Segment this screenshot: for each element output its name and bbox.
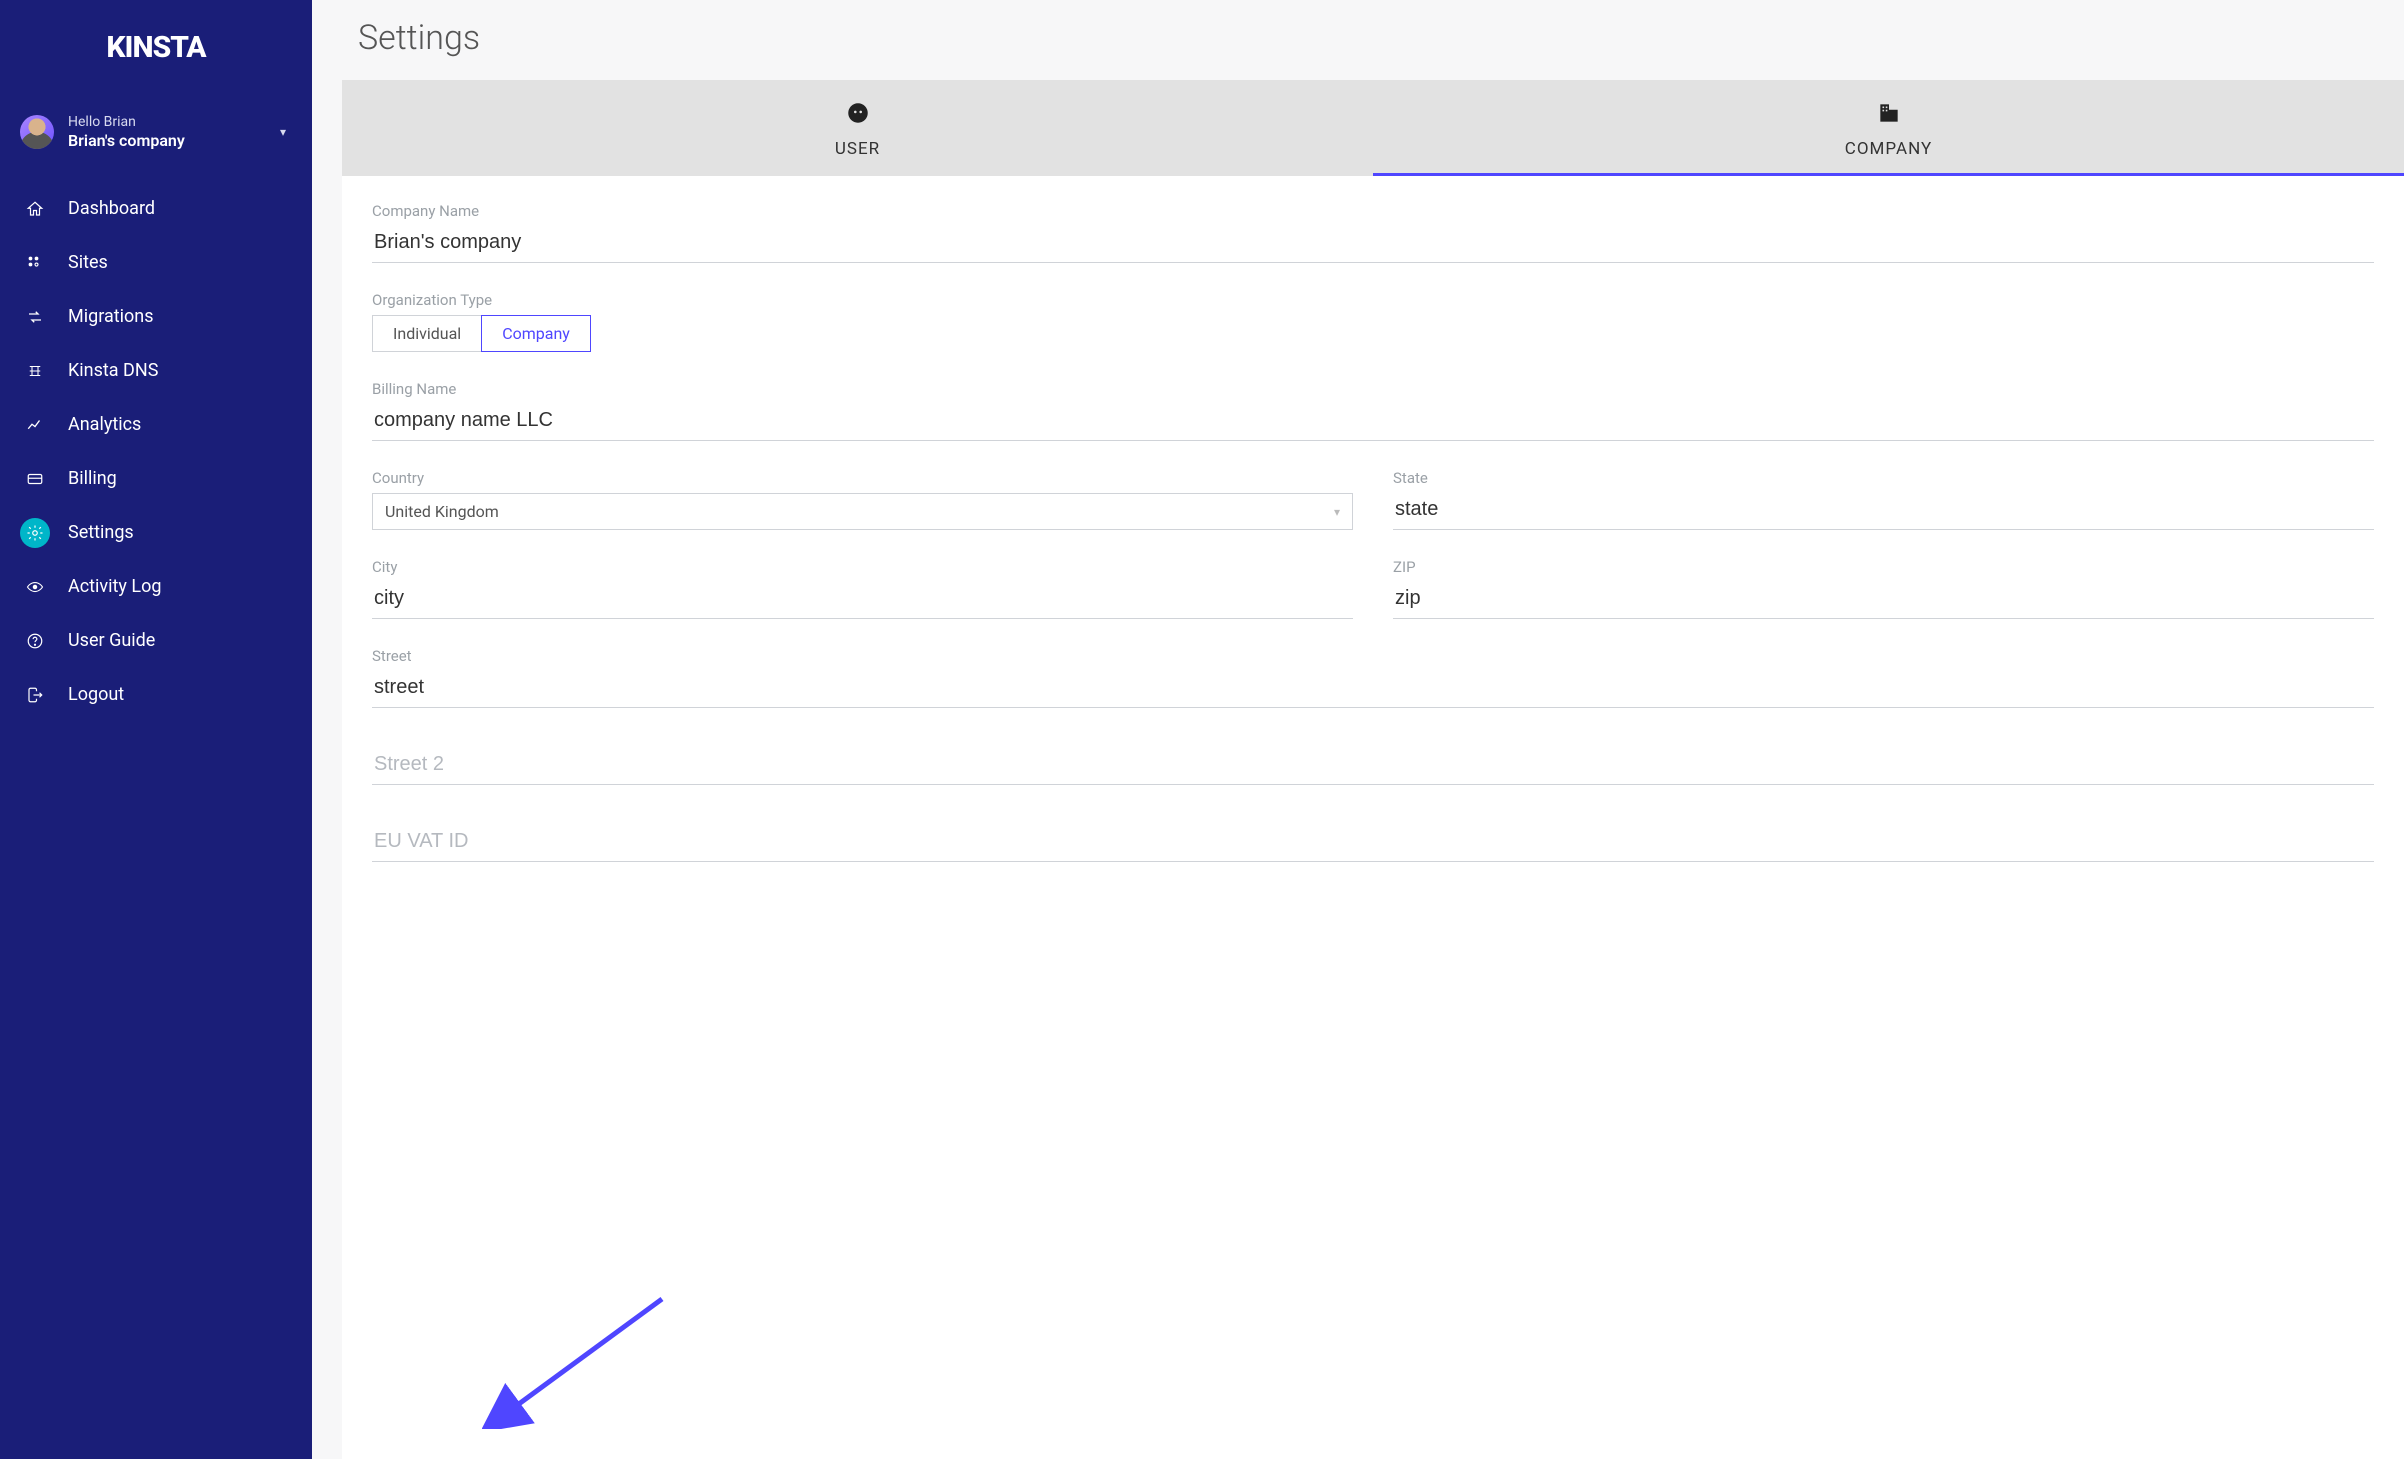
sidebar-item-label: Activity Log xyxy=(68,576,161,597)
current-company: Brian's company xyxy=(68,131,274,152)
company-name-input[interactable] xyxy=(372,226,2374,263)
account-switcher[interactable]: Hello Brian Brian's company ▾ xyxy=(0,113,312,182)
avatar xyxy=(20,115,54,149)
org-type-individual[interactable]: Individual xyxy=(372,315,482,352)
sidebar-item-label: Kinsta DNS xyxy=(68,360,158,381)
brand-logo: KINSTA xyxy=(0,30,312,65)
sidebar-item-label: Billing xyxy=(68,468,117,489)
user-icon xyxy=(342,100,1373,131)
annotation-arrow xyxy=(482,1289,682,1429)
main: Settings USER COMPANY Company Name xyxy=(312,0,2404,1459)
sidebar-item-analytics[interactable]: Analytics xyxy=(0,398,312,452)
tab-company[interactable]: COMPANY xyxy=(1373,80,2404,176)
street2-input[interactable] xyxy=(372,748,2374,785)
sidebar-item-label: Analytics xyxy=(68,414,141,435)
country-select[interactable]: United Kingdom ▾ xyxy=(372,493,1353,530)
vat-input[interactable] xyxy=(372,825,2374,862)
settings-card: USER COMPANY Company Name Organization T… xyxy=(342,80,2404,1459)
sidebar-item-dns[interactable]: Kinsta DNS xyxy=(0,344,312,398)
sidebar-item-billing[interactable]: Billing xyxy=(0,452,312,506)
tab-user[interactable]: USER xyxy=(342,80,1373,176)
company-icon xyxy=(1373,100,2404,131)
company-name-label: Company Name xyxy=(372,202,2374,220)
gear-icon xyxy=(20,518,50,548)
billing-name-label: Billing Name xyxy=(372,380,2374,398)
company-form: Company Name Organization Type Individua… xyxy=(342,176,2404,862)
street-label: Street xyxy=(372,647,2374,665)
zip-label: ZIP xyxy=(1393,558,2374,576)
street-input[interactable] xyxy=(372,671,2374,708)
tabs: USER COMPANY xyxy=(342,80,2404,176)
billing-name-input[interactable] xyxy=(372,404,2374,441)
sidebar-item-settings[interactable]: Settings xyxy=(0,506,312,560)
greeting: Hello Brian xyxy=(68,113,274,131)
state-label: State xyxy=(1393,469,2374,487)
sidebar-item-label: Dashboard xyxy=(68,198,155,219)
migrations-icon xyxy=(20,302,50,332)
sidebar-item-label: User Guide xyxy=(68,630,155,651)
home-icon xyxy=(20,194,50,224)
sidebar-item-label: Sites xyxy=(68,252,108,273)
logout-icon xyxy=(20,680,50,710)
org-type-company[interactable]: Company xyxy=(481,315,591,352)
country-value: United Kingdom xyxy=(385,502,499,521)
sidebar-item-dashboard[interactable]: Dashboard xyxy=(0,182,312,236)
sidebar-item-sites[interactable]: Sites xyxy=(0,236,312,290)
sidebar-item-label: Settings xyxy=(68,522,134,543)
chevron-down-icon: ▾ xyxy=(1334,505,1340,519)
country-label: Country xyxy=(372,469,1353,487)
org-type-label: Organization Type xyxy=(372,291,2374,309)
sidebar-item-activity[interactable]: Activity Log xyxy=(0,560,312,614)
analytics-icon xyxy=(20,410,50,440)
eye-icon xyxy=(20,572,50,602)
tab-label: COMPANY xyxy=(1845,139,1932,159)
zip-input[interactable] xyxy=(1393,582,2374,619)
sidebar-item-label: Migrations xyxy=(68,306,154,327)
page-title: Settings xyxy=(312,0,2404,80)
sidebar: KINSTA Hello Brian Brian's company ▾ Das… xyxy=(0,0,312,1459)
dns-icon xyxy=(20,356,50,386)
tab-label: USER xyxy=(835,139,880,159)
city-input[interactable] xyxy=(372,582,1353,619)
sidebar-item-logout[interactable]: Logout xyxy=(0,668,312,722)
city-label: City xyxy=(372,558,1353,576)
org-type-toggle: Individual Company xyxy=(372,315,2374,352)
sidebar-item-migrations[interactable]: Migrations xyxy=(0,290,312,344)
sidebar-item-guide[interactable]: User Guide xyxy=(0,614,312,668)
nav-list: Dashboard Sites Migrations Kinsta DNS An… xyxy=(0,182,312,722)
sites-icon xyxy=(20,248,50,278)
billing-icon xyxy=(20,464,50,494)
chevron-down-icon[interactable]: ▾ xyxy=(274,119,292,145)
state-input[interactable] xyxy=(1393,493,2374,530)
sidebar-item-label: Logout xyxy=(68,684,124,705)
help-icon xyxy=(20,626,50,656)
